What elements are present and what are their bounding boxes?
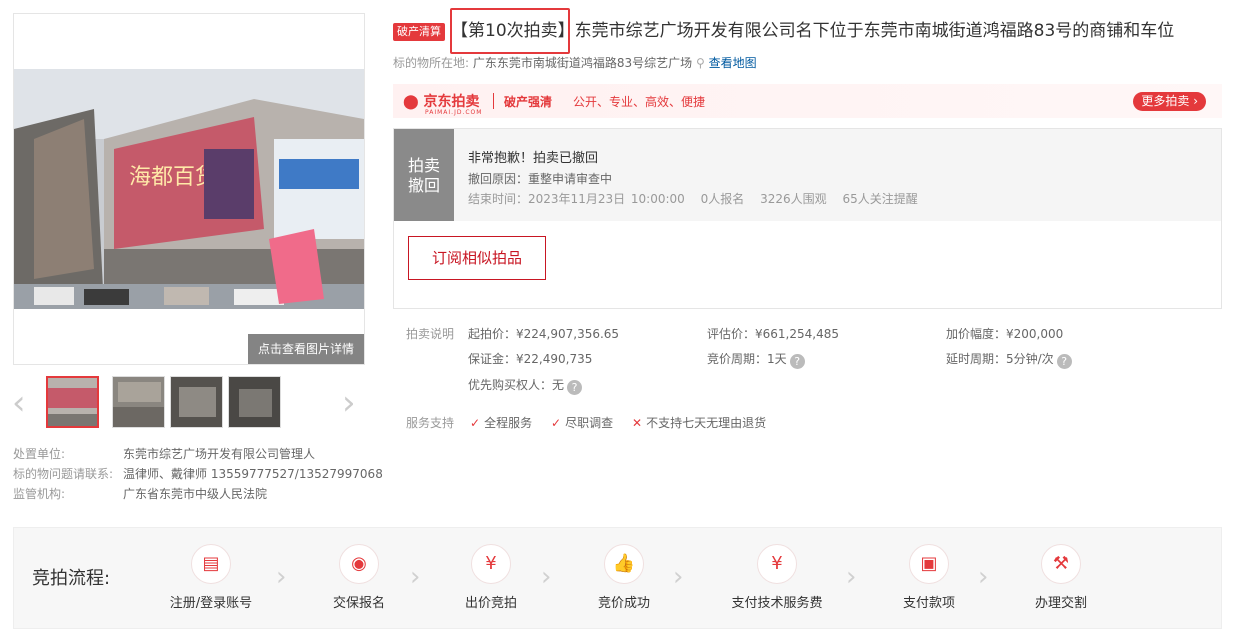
disposal-unit-label: 处置单位: xyxy=(13,447,66,461)
end-time-label: 结束时间： xyxy=(468,192,529,206)
thumb-prev-arrow-icon[interactable]: ‹ xyxy=(12,383,26,423)
jd-auction-logo: ⬤ 京东拍卖 PAIMAI.JD.COM xyxy=(403,91,482,116)
check-icon: ✓ xyxy=(551,416,562,430)
map-pin-icon: ⚲ xyxy=(695,56,705,70)
id-card-icon: ▤ xyxy=(191,544,231,584)
help-icon[interactable]: ? xyxy=(567,380,583,395)
thumbnail-image xyxy=(113,377,164,427)
status-tag-line2: 撤回 xyxy=(407,176,440,195)
thumbnail-1[interactable] xyxy=(46,376,99,428)
process-title: 竞拍流程: xyxy=(32,568,111,589)
check-icon: ✓ xyxy=(470,416,481,430)
supervisor-row: 监管机构: 广东省东莞市中级人民法院 xyxy=(13,484,267,504)
withdraw-reason: 撤回原因：重整申请审查中 xyxy=(468,172,613,186)
thumbnail-image xyxy=(229,377,280,427)
eye-icon: ◉ xyxy=(339,544,379,584)
location-value: 广东东莞市南城街道鸿福路83号综艺广场 xyxy=(472,56,693,70)
process-step-deposit: 交保报名 xyxy=(332,596,385,611)
thumbnail-4[interactable] xyxy=(228,376,281,428)
hammer-logo-icon: ⬤ xyxy=(403,94,419,110)
banner-divider xyxy=(493,93,494,109)
help-icon[interactable]: ? xyxy=(1056,354,1072,369)
thumbnail-image xyxy=(171,377,222,427)
cross-icon: ✕ xyxy=(632,416,643,430)
process-step-service-fee: 支付技术服务费 xyxy=(731,596,823,611)
bankruptcy-badge: 破产清算 xyxy=(393,23,445,41)
gavel-icon: ⚒ xyxy=(1041,544,1081,584)
chevron-right-icon: › xyxy=(846,562,857,592)
process-step-payment: 支付款项 xyxy=(902,596,955,611)
supervisor-value: 广东省东莞市中级人民法院 xyxy=(123,487,268,501)
more-auctions-label: 更多拍卖 xyxy=(1141,94,1190,108)
contact-label: 标的物问题请联系: xyxy=(13,467,114,481)
status-title: 非常抱歉！拍卖已撤回 xyxy=(468,151,599,166)
contact-value: 温律师、戴律师 13559777527/13527997068 xyxy=(123,467,383,481)
mall-photo-image: 海都百货 xyxy=(14,69,364,309)
thumbnail-2[interactable] xyxy=(112,376,165,428)
chevron-right-icon: › xyxy=(276,562,287,592)
service-item-3: ✕ 不支持七天无理由退货 xyxy=(632,414,766,431)
jd-logo-subtext: PAIMAI.JD.COM xyxy=(425,109,483,116)
view-photo-details-button[interactable]: 点击查看图片详情 xyxy=(248,334,364,364)
location-line: 标的物所在地: 广东东莞市南城街道鸿福路83号综艺广场 ⚲ 查看地图 xyxy=(393,55,757,71)
process-step-register: 注册/登录账号 xyxy=(169,596,253,611)
bidding-cycle: 竞价周期：1天? xyxy=(707,350,805,369)
service-item-label: 尽职调查 xyxy=(565,416,614,430)
chevron-right-icon: › xyxy=(978,562,989,592)
service-item-1: ✓ 全程服务 xyxy=(470,414,532,431)
yen-coin-icon: ¥ xyxy=(471,544,511,584)
chevron-right-icon: › xyxy=(410,562,421,592)
bid-increment: 加价幅度：¥200,000 xyxy=(946,327,1064,341)
banner-slogan-primary: 破产强清 xyxy=(504,95,553,109)
process-step-win: 竞价成功 xyxy=(597,596,650,611)
thumb-next-arrow-icon[interactable]: › xyxy=(342,383,356,423)
disposal-unit-value: 东莞市综艺广场开发有限公司管理人 xyxy=(123,447,316,461)
priority-buyer: 优先购买权人：无? xyxy=(468,376,583,395)
status-tag-line1: 拍卖 xyxy=(407,156,440,175)
page-title: 【第10次拍卖】东莞市综艺广场开发有限公司名下位于东莞市南城街道鸿福路83号的商… xyxy=(451,21,1175,41)
wallet-icon: ▣ xyxy=(909,544,949,584)
more-auctions-button[interactable]: 更多拍卖 › xyxy=(1133,92,1206,111)
reminder-count: 65人关注提醒 xyxy=(842,192,918,206)
service-item-label: 不支持七天无理由退货 xyxy=(646,416,767,430)
subscribe-similar-button[interactable]: 订阅相似拍品 xyxy=(408,236,546,280)
contact-row: 标的物问题请联系: 温律师、戴律师 13559777527/1352799706… xyxy=(13,464,383,484)
chevron-right-icon: › xyxy=(1193,94,1198,108)
start-price: 起拍价：¥224,907,356.65 xyxy=(468,327,620,341)
service-support-label: 服务支持 xyxy=(406,416,455,430)
service-item-2: ✓ 尽职调查 xyxy=(551,414,613,431)
priority-buyer-text: 优先购买权人：无 xyxy=(468,378,565,392)
thumbs-up-icon: 👍 xyxy=(604,544,644,584)
process-step-delivery: 办理交割 xyxy=(1034,596,1087,611)
banner-slogan-secondary: 公开、专业、高效、便捷 xyxy=(573,95,706,109)
process-step-bid: 出价竞拍 xyxy=(464,596,517,611)
status-tag: 拍卖 撤回 xyxy=(394,129,454,221)
svg-text:海都百货: 海都百货 xyxy=(129,165,217,190)
location-label: 标的物所在地: xyxy=(393,56,470,70)
auction-details-label: 拍卖说明 xyxy=(406,327,455,341)
chevron-right-icon: › xyxy=(541,562,552,592)
watcher-count: 3226人围观 xyxy=(760,192,827,206)
disposal-unit-row: 处置单位: 东莞市综艺广场开发有限公司管理人 xyxy=(13,444,315,464)
signup-count: 0人报名 xyxy=(700,192,745,206)
delay-cycle: 延时周期：5分钟/次? xyxy=(946,350,1072,369)
thumbnail-3[interactable] xyxy=(170,376,223,428)
jd-auction-banner[interactable]: ⬤ 京东拍卖 PAIMAI.JD.COM 破产强清 公开、专业、高效、便捷 更多… xyxy=(393,84,1222,118)
help-icon[interactable]: ? xyxy=(789,354,805,369)
yen-bag-icon: ¥ xyxy=(757,544,797,584)
view-map-link[interactable]: 查看地图 xyxy=(709,56,757,70)
bidding-cycle-text: 竞价周期：1天 xyxy=(707,352,787,366)
service-item-label: 全程服务 xyxy=(484,416,533,430)
chevron-right-icon: › xyxy=(673,562,684,592)
end-time-value: 2023年11月23日 10:00:00 xyxy=(528,192,685,206)
delay-cycle-text: 延时周期：5分钟/次 xyxy=(946,352,1054,366)
supervisor-label: 监管机构: xyxy=(13,487,66,501)
deposit: 保证金：¥22,490,735 xyxy=(468,352,593,366)
appraisal-price: 评估价：¥661,254,485 xyxy=(707,327,839,341)
main-photo[interactable]: 海都百货 点击查看图片详情 xyxy=(13,13,365,365)
jd-logo-text: 京东拍卖 xyxy=(423,94,480,110)
status-meta: 结束时间：2023年11月23日 10:00:00 0人报名 3226人围观 6… xyxy=(468,190,918,207)
thumbnail-image xyxy=(48,378,97,426)
